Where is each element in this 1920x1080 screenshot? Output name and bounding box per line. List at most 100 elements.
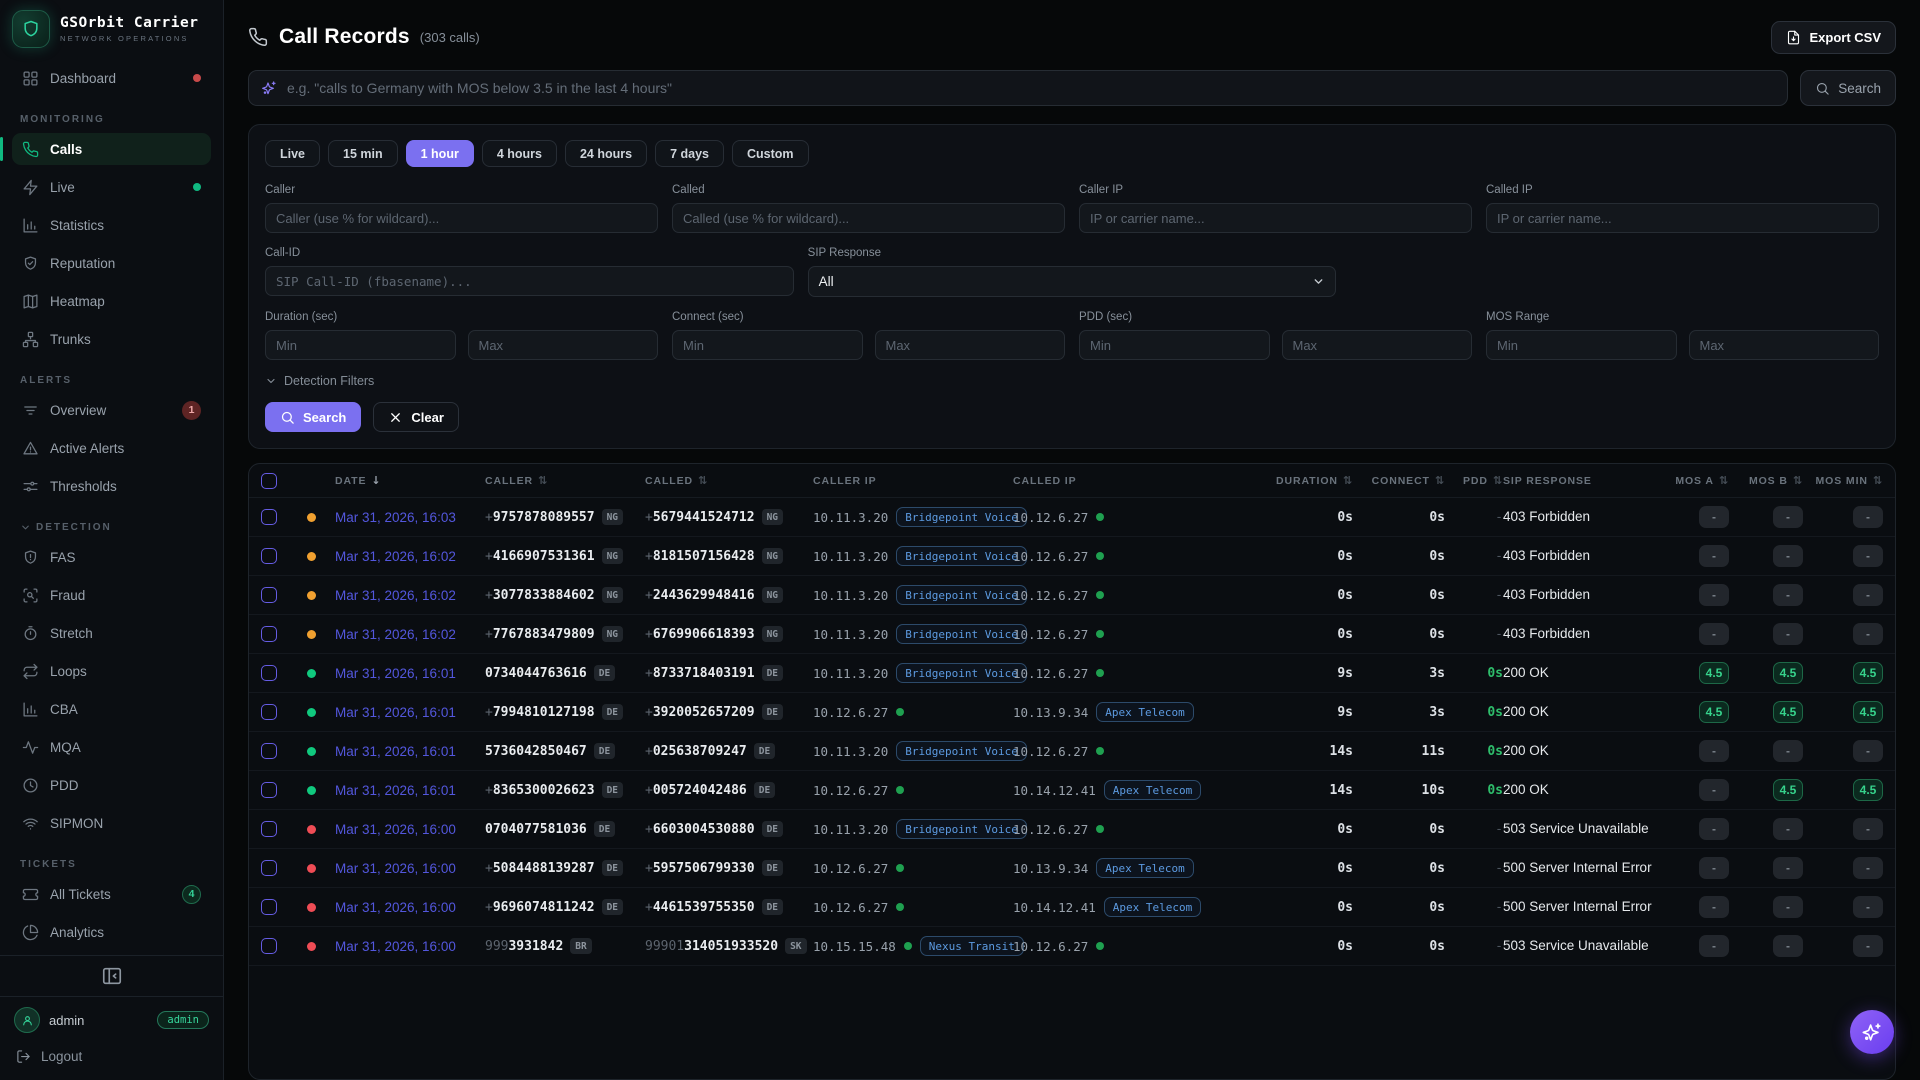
call-date-link[interactable]: Mar 31, 2026, 16:01 xyxy=(335,783,456,798)
call-date-link[interactable]: Mar 31, 2026, 16:02 xyxy=(335,627,456,642)
ai-search-input[interactable] xyxy=(287,80,1775,96)
call-date-link[interactable]: Mar 31, 2026, 16:01 xyxy=(335,705,456,720)
sidebar-item-fraud[interactable]: Fraud xyxy=(12,579,211,611)
sidebar-item-sipmon[interactable]: SIPMON xyxy=(12,807,211,839)
time-range-tab-custom[interactable]: Custom xyxy=(732,140,809,167)
row-checkbox[interactable] xyxy=(261,704,277,720)
row-checkbox[interactable] xyxy=(261,899,277,915)
sidebar-item-fas[interactable]: FAS xyxy=(12,541,211,573)
call-date-link[interactable]: Mar 31, 2026, 16:02 xyxy=(335,549,456,564)
time-range-tab-7-days[interactable]: 7 days xyxy=(655,140,724,167)
connect-max-input[interactable] xyxy=(875,330,1066,360)
row-checkbox[interactable] xyxy=(261,665,277,681)
sidebar-item-mqa[interactable]: MQA xyxy=(12,731,211,763)
mos-badge: - xyxy=(1853,857,1883,879)
row-checkbox[interactable] xyxy=(261,509,277,525)
detection-filters-toggle[interactable]: Detection Filters xyxy=(265,374,1879,388)
column-header-duration[interactable]: Duration⇅ xyxy=(1263,474,1353,487)
row-checkbox[interactable] xyxy=(261,587,277,603)
call-date-link[interactable]: Mar 31, 2026, 16:01 xyxy=(335,666,456,681)
column-header-caller[interactable]: Caller⇅ xyxy=(485,474,645,487)
nav-section-detection[interactable]: DETECTION xyxy=(12,508,211,541)
sidebar-item-cba[interactable]: CBA xyxy=(12,693,211,725)
sidebar-item-thresholds[interactable]: Thresholds xyxy=(12,470,211,502)
mos-a: - xyxy=(1655,779,1729,801)
call-date-link[interactable]: Mar 31, 2026, 16:00 xyxy=(335,939,456,954)
sidebar-collapse-button[interactable] xyxy=(101,965,123,987)
ai-search-button[interactable]: Search xyxy=(1800,70,1896,106)
nav-section-alerts: ALERTS xyxy=(12,361,211,394)
connect-min-input[interactable] xyxy=(672,330,863,360)
call-date-link[interactable]: Mar 31, 2026, 16:00 xyxy=(335,861,456,876)
column-header-date[interactable]: Date↓ xyxy=(335,474,485,487)
sidebar-item-label: Active Alerts xyxy=(50,441,201,456)
ai-assistant-fab[interactable] xyxy=(1850,1010,1894,1054)
column-header-called[interactable]: Called⇅ xyxy=(645,474,813,487)
column-header-select[interactable] xyxy=(261,473,307,489)
sidebar-item-stretch[interactable]: Stretch xyxy=(12,617,211,649)
sidebar-item-statistics[interactable]: Statistics xyxy=(12,209,211,241)
time-range-tab-4-hours[interactable]: 4 hours xyxy=(482,140,557,167)
called-ip-filter-input[interactable] xyxy=(1486,203,1879,233)
called-number: +3920052657209DE xyxy=(645,704,813,720)
call-id-filter-input[interactable] xyxy=(265,266,794,296)
call-date-link[interactable]: Mar 31, 2026, 16:02 xyxy=(335,588,456,603)
mos-min: - xyxy=(1803,545,1883,567)
sidebar-item-pdd[interactable]: PDD xyxy=(12,769,211,801)
mos-min-input[interactable] xyxy=(1486,330,1677,360)
sidebar-item-label: Loops xyxy=(50,664,201,679)
duration-min-input[interactable] xyxy=(265,330,456,360)
call-date-link[interactable]: Mar 31, 2026, 16:01 xyxy=(335,744,456,759)
sidebar-item-live[interactable]: Live xyxy=(12,171,211,203)
call-date-link[interactable]: Mar 31, 2026, 16:03 xyxy=(335,510,456,525)
column-header-mos_a[interactable]: MOS A⇅ xyxy=(1655,474,1729,487)
online-dot xyxy=(1096,591,1104,599)
time-range-tab-live[interactable]: Live xyxy=(265,140,320,167)
row-checkbox[interactable] xyxy=(261,782,277,798)
called-number: +6603004530880DE xyxy=(645,821,813,837)
sidebar-item-loops[interactable]: Loops xyxy=(12,655,211,687)
sidebar-item-analytics[interactable]: Analytics xyxy=(12,916,211,948)
sidebar-item-calls[interactable]: Calls xyxy=(12,133,211,165)
sidebar-item-reputation[interactable]: Reputation xyxy=(12,247,211,279)
caller-ip-filter-input[interactable] xyxy=(1079,203,1472,233)
row-checkbox[interactable] xyxy=(261,743,277,759)
sidebar-item-heatmap[interactable]: Heatmap xyxy=(12,285,211,317)
sip-response: 403 Forbidden xyxy=(1503,587,1655,604)
filter-search-button[interactable]: Search xyxy=(265,402,361,432)
user-menu[interactable]: admin admin xyxy=(0,996,223,1039)
row-checkbox[interactable] xyxy=(261,821,277,837)
column-header-pdd[interactable]: PDD⇅ xyxy=(1445,474,1503,487)
row-checkbox[interactable] xyxy=(261,626,277,642)
row-checkbox[interactable] xyxy=(261,548,277,564)
row-checkbox[interactable] xyxy=(261,860,277,876)
pdd-min-input[interactable] xyxy=(1079,330,1270,360)
mos-max-input[interactable] xyxy=(1689,330,1880,360)
sidebar-item-overview[interactable]: Overview1 xyxy=(12,394,211,426)
pdd-max-input[interactable] xyxy=(1282,330,1473,360)
filter-clear-button[interactable]: Clear xyxy=(373,402,459,432)
column-header-mos_min[interactable]: MOS Min⇅ xyxy=(1803,474,1883,487)
column-header-connect[interactable]: Connect⇅ xyxy=(1353,474,1445,487)
sidebar-item-active-alerts[interactable]: Active Alerts xyxy=(12,432,211,464)
call-date-link[interactable]: Mar 31, 2026, 16:00 xyxy=(335,900,456,915)
export-csv-button[interactable]: Export CSV xyxy=(1771,21,1896,54)
time-range-tab-15-min[interactable]: 15 min xyxy=(328,140,398,167)
column-header-mos_b[interactable]: MOS B⇅ xyxy=(1729,474,1803,487)
duration-max-input[interactable] xyxy=(468,330,659,360)
sidebar-item-dashboard[interactable]: Dashboard xyxy=(12,62,211,94)
country-badge: DE xyxy=(602,899,623,915)
time-range-tab-24-hours[interactable]: 24 hours xyxy=(565,140,647,167)
sip-response-select[interactable]: All xyxy=(808,266,1337,297)
sidebar-item-trunks[interactable]: Trunks xyxy=(12,323,211,355)
row-checkbox[interactable] xyxy=(261,938,277,954)
select-all-checkbox[interactable] xyxy=(261,473,277,489)
logout-button[interactable]: Logout xyxy=(0,1039,223,1080)
called-ip: 10.13.9.34Apex Telecom xyxy=(1013,702,1263,722)
call-date-link[interactable]: Mar 31, 2026, 16:00 xyxy=(335,822,456,837)
sidebar-item-all-tickets[interactable]: All Tickets4 xyxy=(12,878,211,910)
caller-filter-input[interactable] xyxy=(265,203,658,233)
pdd-value: - xyxy=(1445,939,1503,954)
time-range-tab-1-hour[interactable]: 1 hour xyxy=(406,140,474,167)
called-filter-input[interactable] xyxy=(672,203,1065,233)
